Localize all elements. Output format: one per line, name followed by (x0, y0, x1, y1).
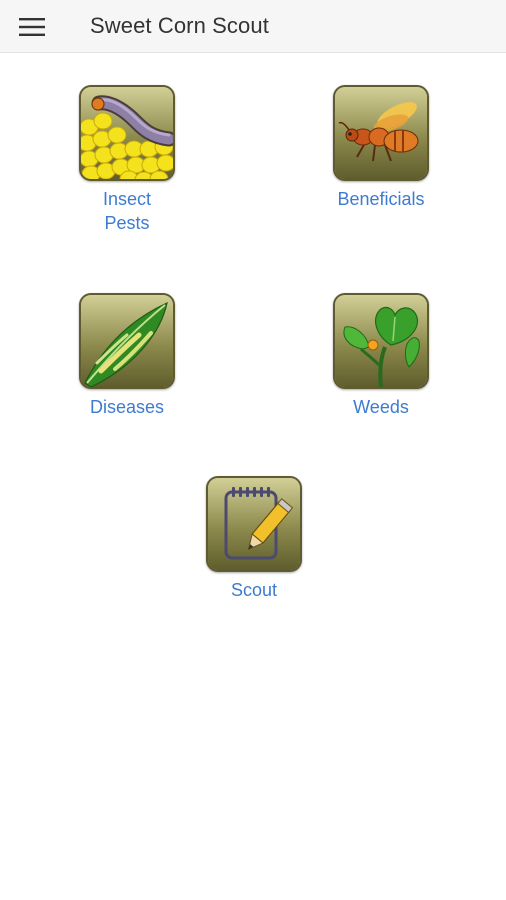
notepad-pencil-icon (208, 478, 300, 570)
app-title: Sweet Corn Scout (90, 13, 269, 38)
tile-diseases[interactable]: Diseases (27, 293, 227, 419)
beneficials-label[interactable]: Beneficials (321, 187, 441, 211)
beneficials-icon-frame[interactable] (333, 85, 429, 181)
weed-plant-icon (335, 295, 427, 387)
insect-pests-label[interactable]: Insect Pests (67, 187, 187, 235)
diseased-leaf-icon (81, 295, 173, 387)
scout-label[interactable]: Scout (194, 578, 314, 602)
insect-pests-icon-frame[interactable] (79, 85, 175, 181)
hamburger-menu-icon (19, 18, 45, 36)
scout-icon-frame[interactable] (206, 476, 302, 572)
weeds-icon-frame[interactable] (333, 293, 429, 389)
insect-pests-label-line2[interactable]: Pests (67, 211, 187, 235)
tile-weeds[interactable]: Weeds (281, 293, 481, 419)
tile-insect-pests[interactable]: Insect Pests (27, 85, 227, 235)
tile-scout[interactable]: Scout (154, 476, 354, 602)
weeds-label[interactable]: Weeds (321, 395, 441, 419)
diseases-label[interactable]: Diseases (67, 395, 187, 419)
wasp-icon (335, 87, 427, 179)
diseases-icon-frame[interactable] (79, 293, 175, 389)
app-bar: Sweet Corn Scout (0, 0, 506, 53)
menu-button[interactable] (12, 9, 52, 45)
insect-pests-label-line1[interactable]: Insect (67, 187, 187, 211)
tile-beneficials[interactable]: Beneficials (281, 85, 481, 211)
caterpillar-on-corn-icon (81, 87, 173, 179)
